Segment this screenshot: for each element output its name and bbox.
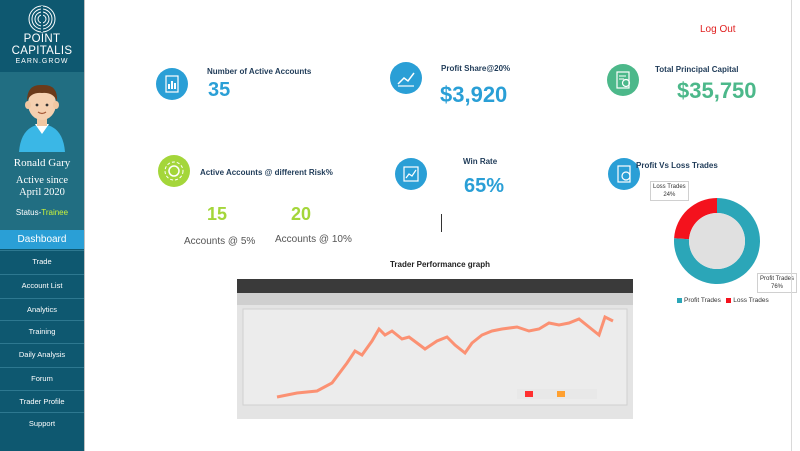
capital-report-icon [607,64,639,96]
risk-10-value: 20 [291,204,312,224]
page-edge [791,0,792,451]
active-accounts-label: Number of Active Accounts [207,67,312,76]
brand: POINT CAPITALIS EARN.GROW [0,0,84,72]
legend-label-profit: Profit Trades [684,297,721,304]
performance-graph-canvas [237,279,633,406]
brand-tagline: EARN.GROW [15,58,69,65]
user-name: Ronald Gary [13,157,71,169]
profit-share-icon [390,62,422,94]
risk-label: Active Accounts @ different Risk% [200,168,333,177]
risk-gear-icon [158,155,190,187]
nav-item-training[interactable]: Training [0,320,84,342]
performance-graph-image [237,279,633,419]
nav-item-trader-profile[interactable]: Trader Profile [0,390,84,412]
nav-item-forum[interactable]: Forum [0,367,84,389]
nav-item-daily-analysis[interactable]: Daily Analysis [0,343,84,365]
nav-item-analytics[interactable]: Analytics [0,298,84,320]
risk-5-value: 15 [207,204,228,224]
text-cursor [441,214,442,232]
profile-card: Ronald Gary Active since April 2020 Stat… [0,72,84,230]
chart-title: Profit Vs Loss Trades [636,161,718,170]
profit-callout-name: Profit Trades [760,276,795,282]
loss-callout-pct: 24% [663,192,676,198]
avatar [11,74,73,152]
donut-hole [689,213,745,269]
chart-legend: Profit Trades Loss Trades [677,297,769,304]
graph-title: Trader Performance graph [389,260,491,269]
profit-share-value: $3,920 [440,82,508,107]
profit-callout-pct: 76% [771,284,784,290]
active-since-line2: April 2020 [19,187,65,198]
brand-name-line2: CAPITALIS [11,45,73,57]
accounts-report-icon [156,68,188,100]
loss-callout: Loss Trades 24% [650,181,689,201]
status-badge: Status-Trainee [0,208,84,217]
nav-item-account-list[interactable]: Account List [0,274,84,296]
active-since-line1: Active since [15,175,69,186]
loss-callout-name: Loss Trades [653,184,686,190]
nav-item-trade[interactable]: Trade [0,250,84,272]
win-rate-label: Win Rate [463,157,498,166]
brand-name: POINT CAPITALIS [0,33,84,57]
legend-label-loss: Loss Trades [733,297,769,304]
win-rate-value: 65% [464,175,505,197]
profit-share-label: Profit Share@20% [441,64,511,73]
donut-slice-loss-trades [674,198,717,240]
principal-label: Total Principal Capital [655,65,739,74]
nav-dashboard[interactable]: Dashboard [0,230,84,249]
sidebar: POINT CAPITALIS EARN.GROW Ronald Gary Ac… [0,0,84,451]
sidebar-divider [84,0,85,451]
win-rate-icon [395,158,427,190]
legend-swatch-loss [726,297,732,303]
active-accounts-value: 35 [208,79,231,101]
active-since: Active since April 2020 [0,175,84,199]
status-value: Trainee [41,208,69,217]
risk-5-caption: Accounts @ 5% [184,236,256,247]
legend-swatch-profit [677,297,682,303]
donut-slice-profit-trades [674,198,761,284]
risk-10-caption: Accounts @ 10% [275,234,352,245]
status-label: Status- [15,208,42,217]
nav-item-support[interactable]: Support [0,412,84,434]
brand-logo-icon [28,5,56,33]
principal-value: $35,750 [677,78,757,103]
brand-name-line1: POINT [23,33,61,45]
logout-link[interactable]: Log Out [700,24,736,35]
